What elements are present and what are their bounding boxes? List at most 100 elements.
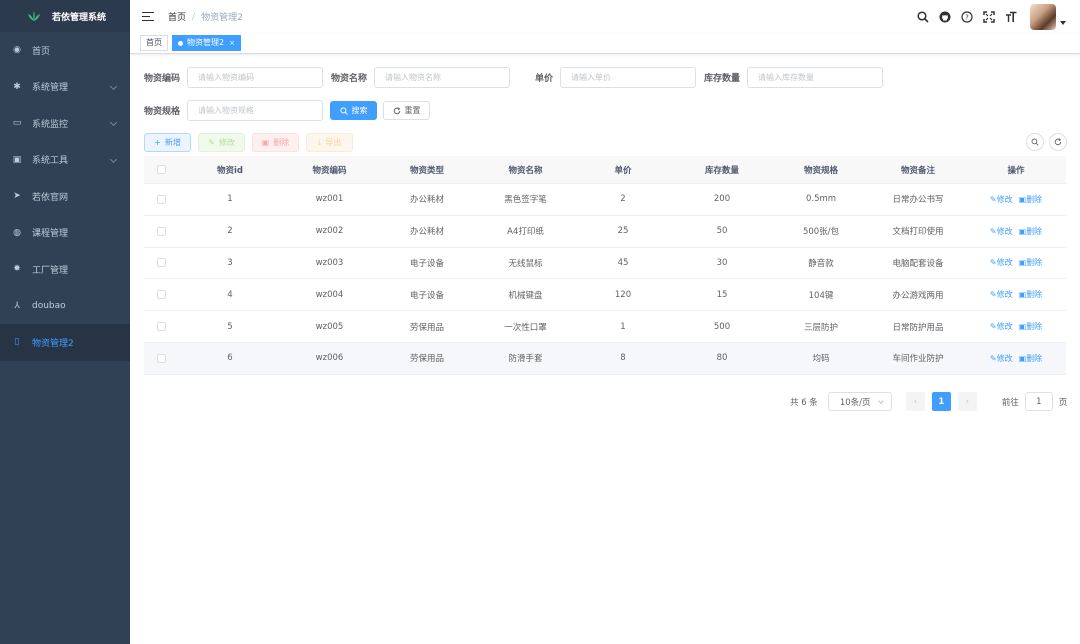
row-checkbox[interactable] <box>144 322 178 332</box>
row-edit-link[interactable]: ✎修改 <box>990 290 1013 299</box>
row-edit-link[interactable]: ✎修改 <box>990 195 1013 204</box>
toggle-search-button[interactable] <box>1026 133 1044 151</box>
table-row: 4 wz004 电子设备 机械键盘 120 15 104键 办公游戏两用 ✎修改 ▣删除 <box>144 279 1066 312</box>
reset-button[interactable]: 重置 <box>383 101 430 120</box>
chevron-down-icon <box>109 119 118 127</box>
sidebar-item-1[interactable]: ✱ 系统管理 <box>0 69 130 106</box>
row-delete-link[interactable]: ▣删除 <box>1019 354 1043 363</box>
sidebar-item-8[interactable]: ▯ 物资管理2 <box>0 324 130 361</box>
cell-name: 一次性口罩 <box>504 322 547 333</box>
sidebar-item-0[interactable]: ◉ 首页 <box>0 32 130 69</box>
search-row-1: 物资编码 物资名称 单价 库存数量 <box>130 67 883 88</box>
chevron-down-icon <box>877 398 884 404</box>
avatar[interactable] <box>1030 4 1056 30</box>
app-title: 若依管理系统 <box>52 12 107 23</box>
trash-icon: ▣ <box>1018 194 1027 204</box>
cell-type: 电子设备 <box>409 258 444 269</box>
tag-home[interactable]: 首页 <box>140 35 168 51</box>
sidebar-item-label: 课程管理 <box>32 229 69 240</box>
spec-input[interactable] <box>187 100 323 121</box>
trash-icon: ▣ <box>1018 258 1027 268</box>
cell-note: 日常办公书写 <box>892 195 944 206</box>
table-row: 2 wz002 办公耗材 A4打印纸 25 50 500张/包 文档打印使用 ✎修改 ▣删除 <box>144 216 1066 248</box>
navbar: 首页 / 物资管理2 ? <box>130 0 1080 33</box>
page-size-select[interactable]: 10条/页 <box>827 392 892 411</box>
sidebar-item-3[interactable]: ▣ 系统工具 <box>0 142 130 179</box>
hamburger-icon[interactable] <box>142 11 154 22</box>
col-header-note: 物资备注 <box>900 165 935 176</box>
row-checkbox[interactable] <box>144 290 178 300</box>
goto-page-input[interactable] <box>1024 392 1053 411</box>
sidebar-item-7[interactable]: ⅄ doubao <box>0 288 130 325</box>
page-number-1[interactable]: 1 <box>931 392 951 411</box>
name-input[interactable] <box>374 67 510 88</box>
cell-price: 45 <box>617 257 629 268</box>
cell-type: 办公耗材 <box>409 195 444 206</box>
cell-price: 2 <box>620 194 626 205</box>
cell-name: 机械键盘 <box>508 290 543 301</box>
row-checkbox[interactable] <box>144 226 178 236</box>
stock-input[interactable] <box>747 67 883 88</box>
help-icon[interactable]: ? <box>956 6 978 28</box>
fullscreen-icon[interactable] <box>978 6 1000 28</box>
edit-icon: ✎ <box>989 194 997 204</box>
cell-id: 1 <box>227 194 233 205</box>
row-delete-link[interactable]: ▣删除 <box>1019 227 1043 236</box>
avatar-caret-icon[interactable] <box>1060 21 1066 25</box>
cell-actions: ✎修改 ▣删除 <box>966 289 1066 300</box>
reset-button-label: 重置 <box>404 106 421 115</box>
cell-id: 3 <box>227 257 233 268</box>
row-edit-label: 修改 <box>996 226 1013 236</box>
sidebar-item-4[interactable]: ➤ 若依官网 <box>0 178 130 215</box>
cell-id: 6 <box>227 353 233 364</box>
monitor-icon: ▭ <box>12 118 22 129</box>
row-checkbox[interactable] <box>144 353 178 363</box>
delete-button[interactable]: ▣ 删除 <box>252 133 299 152</box>
price-input[interactable] <box>560 67 696 88</box>
table-row: 6 wz006 劳保用品 防滑手套 8 80 均码 车间作业防护 ✎修改 ▣删除 <box>144 342 1066 375</box>
pagination-total: 共 6 条 <box>790 397 818 408</box>
sidebar-item-2[interactable]: ▭ 系统监控 <box>0 105 130 142</box>
row-delete-link[interactable]: ▣删除 <box>1019 322 1043 331</box>
row-edit-link[interactable]: ✎修改 <box>990 354 1013 363</box>
tag-materials2[interactable]: 物资管理2 × <box>172 35 241 51</box>
row-edit-link[interactable]: ✎修改 <box>990 227 1013 236</box>
breadcrumb: 首页 / 物资管理2 <box>168 10 243 24</box>
github-icon[interactable] <box>934 6 956 28</box>
search-button[interactable]: 搜索 <box>330 101 377 120</box>
row-delete-label: 删除 <box>1026 226 1043 236</box>
row-delete-link[interactable]: ▣删除 <box>1019 258 1043 267</box>
refresh-button[interactable] <box>1049 133 1067 151</box>
add-button[interactable]: + 新增 <box>144 133 191 152</box>
code-input[interactable] <box>187 67 323 88</box>
edit-button[interactable]: ✎ 修改 <box>198 133 245 152</box>
prev-page-button[interactable]: ‹ <box>905 392 925 411</box>
sidebar-item-6[interactable]: ✸ 工厂管理 <box>0 251 130 288</box>
cell-code: wz003 <box>315 257 344 268</box>
next-page-button[interactable]: › <box>957 392 977 411</box>
table-row: 1 wz001 办公耗材 黑色签字笔 2 200 0.5mm 日常办公书写 ✎修改 ▣删除 <box>144 184 1066 216</box>
select-all-checkbox[interactable] <box>144 165 178 174</box>
cell-note: 车间作业防护 <box>892 354 944 365</box>
row-edit-link[interactable]: ✎修改 <box>990 258 1013 267</box>
row-checkbox[interactable] <box>144 258 178 268</box>
row-edit-link[interactable]: ✎修改 <box>990 322 1013 331</box>
edit-icon: ✎ <box>989 322 997 332</box>
sidebar-item-5[interactable]: ◍ 课程管理 <box>0 215 130 252</box>
row-delete-link[interactable]: ▣删除 <box>1019 290 1043 299</box>
row-delete-link[interactable]: ▣删除 <box>1019 195 1043 204</box>
sidebar-item-label: doubao <box>32 300 66 311</box>
search-icon[interactable] <box>912 6 934 28</box>
close-icon[interactable]: × <box>229 36 235 50</box>
download-icon: ⤓ <box>317 137 322 147</box>
font-size-icon[interactable] <box>1000 6 1022 28</box>
sidebar-menu: ◉ 首页 ✱ 系统管理 ▭ 系统监控 ▣ 系统工具 ➤ 若依官网 ◍ 课程管理 ✸ 工厂管理 ⅄ doubao… <box>0 32 130 361</box>
toolbox-icon: ▣ <box>12 154 22 165</box>
row-checkbox[interactable] <box>144 194 178 204</box>
goto-label: 前往 <box>1001 397 1019 408</box>
breadcrumb-home[interactable]: 首页 <box>168 10 186 23</box>
col-header-type: 物资类型 <box>409 165 444 176</box>
export-button[interactable]: ⤓ 导出 <box>306 133 353 152</box>
sidebar-item-label: 系统监控 <box>32 119 69 130</box>
chevron-down-icon <box>109 82 118 90</box>
